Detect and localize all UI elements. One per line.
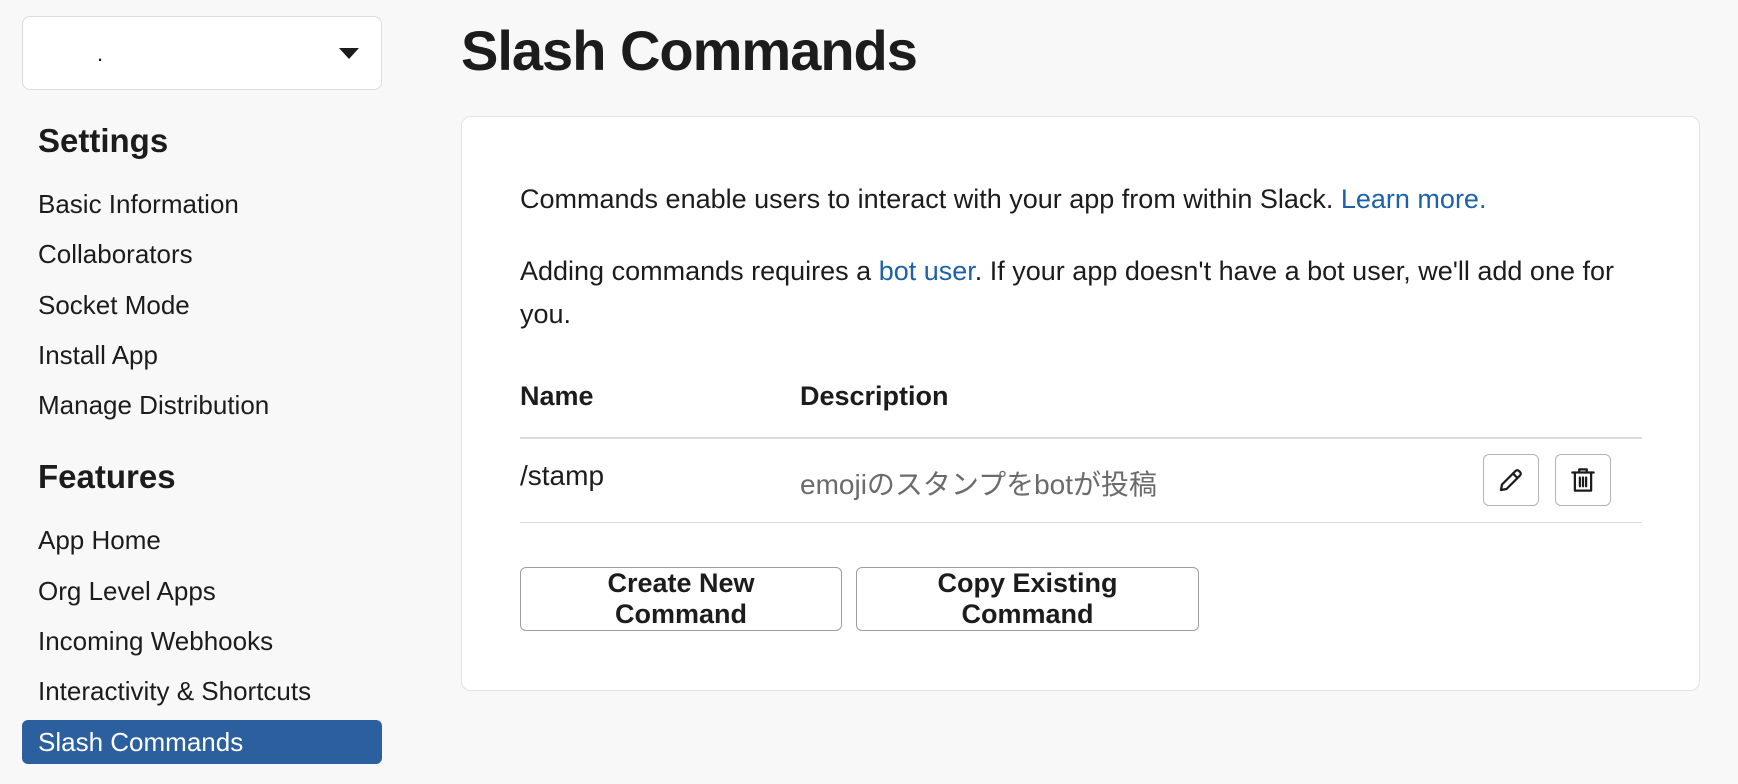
sidebar-item-collaborators[interactable]: Collaborators (22, 232, 382, 276)
intro-text: Commands enable users to interact with y… (520, 184, 1487, 214)
settings-section-title: Settings (38, 122, 169, 159)
sidebar-item-app-home[interactable]: App Home (22, 518, 382, 562)
chevron-down-icon (339, 48, 359, 59)
sidebar: . Settings Basic Information Collaborato… (0, 0, 400, 784)
sidebar-item-org-level-apps[interactable]: Org Level Apps (22, 569, 382, 613)
edit-command-button[interactable] (1483, 454, 1539, 506)
copy-existing-command-button[interactable]: Copy Existing Command (856, 567, 1199, 631)
command-name: /stamp (520, 460, 605, 491)
bot-user-note: Adding commands requires a bot user. If … (520, 256, 1614, 329)
table-header-divider (520, 437, 1642, 439)
trash-icon (1571, 468, 1595, 492)
learn-more-link[interactable]: Learn more. (1341, 184, 1487, 214)
sidebar-item-interactivity-shortcuts[interactable]: Interactivity & Shortcuts (22, 669, 382, 713)
command-description: emojiのスタンプをbotが投稿 (800, 469, 1157, 500)
page-title: Slash Commands (461, 19, 918, 82)
sidebar-item-install-app[interactable]: Install App (22, 333, 382, 377)
features-section-title: Features (38, 458, 176, 495)
sidebar-item-manage-distribution[interactable]: Manage Distribution (22, 383, 382, 427)
sidebar-item-slash-commands[interactable]: Slash Commands (22, 720, 382, 764)
app-selector[interactable]: . (22, 16, 382, 90)
table-row-divider (520, 522, 1642, 523)
slash-commands-card: Commands enable users to interact with y… (461, 116, 1700, 691)
sidebar-item-incoming-webhooks[interactable]: Incoming Webhooks (22, 619, 382, 663)
column-header-description: Description (800, 381, 949, 411)
bot-user-link[interactable]: bot user (879, 256, 975, 286)
column-header-name: Name (520, 381, 594, 411)
create-new-command-button[interactable]: Create New Command (520, 567, 842, 631)
sidebar-item-basic-information[interactable]: Basic Information (22, 182, 382, 226)
sidebar-item-socket-mode[interactable]: Socket Mode (22, 283, 382, 327)
app-selector-value: . (97, 41, 104, 66)
pencil-icon (1499, 469, 1522, 492)
delete-command-button[interactable] (1555, 454, 1611, 506)
